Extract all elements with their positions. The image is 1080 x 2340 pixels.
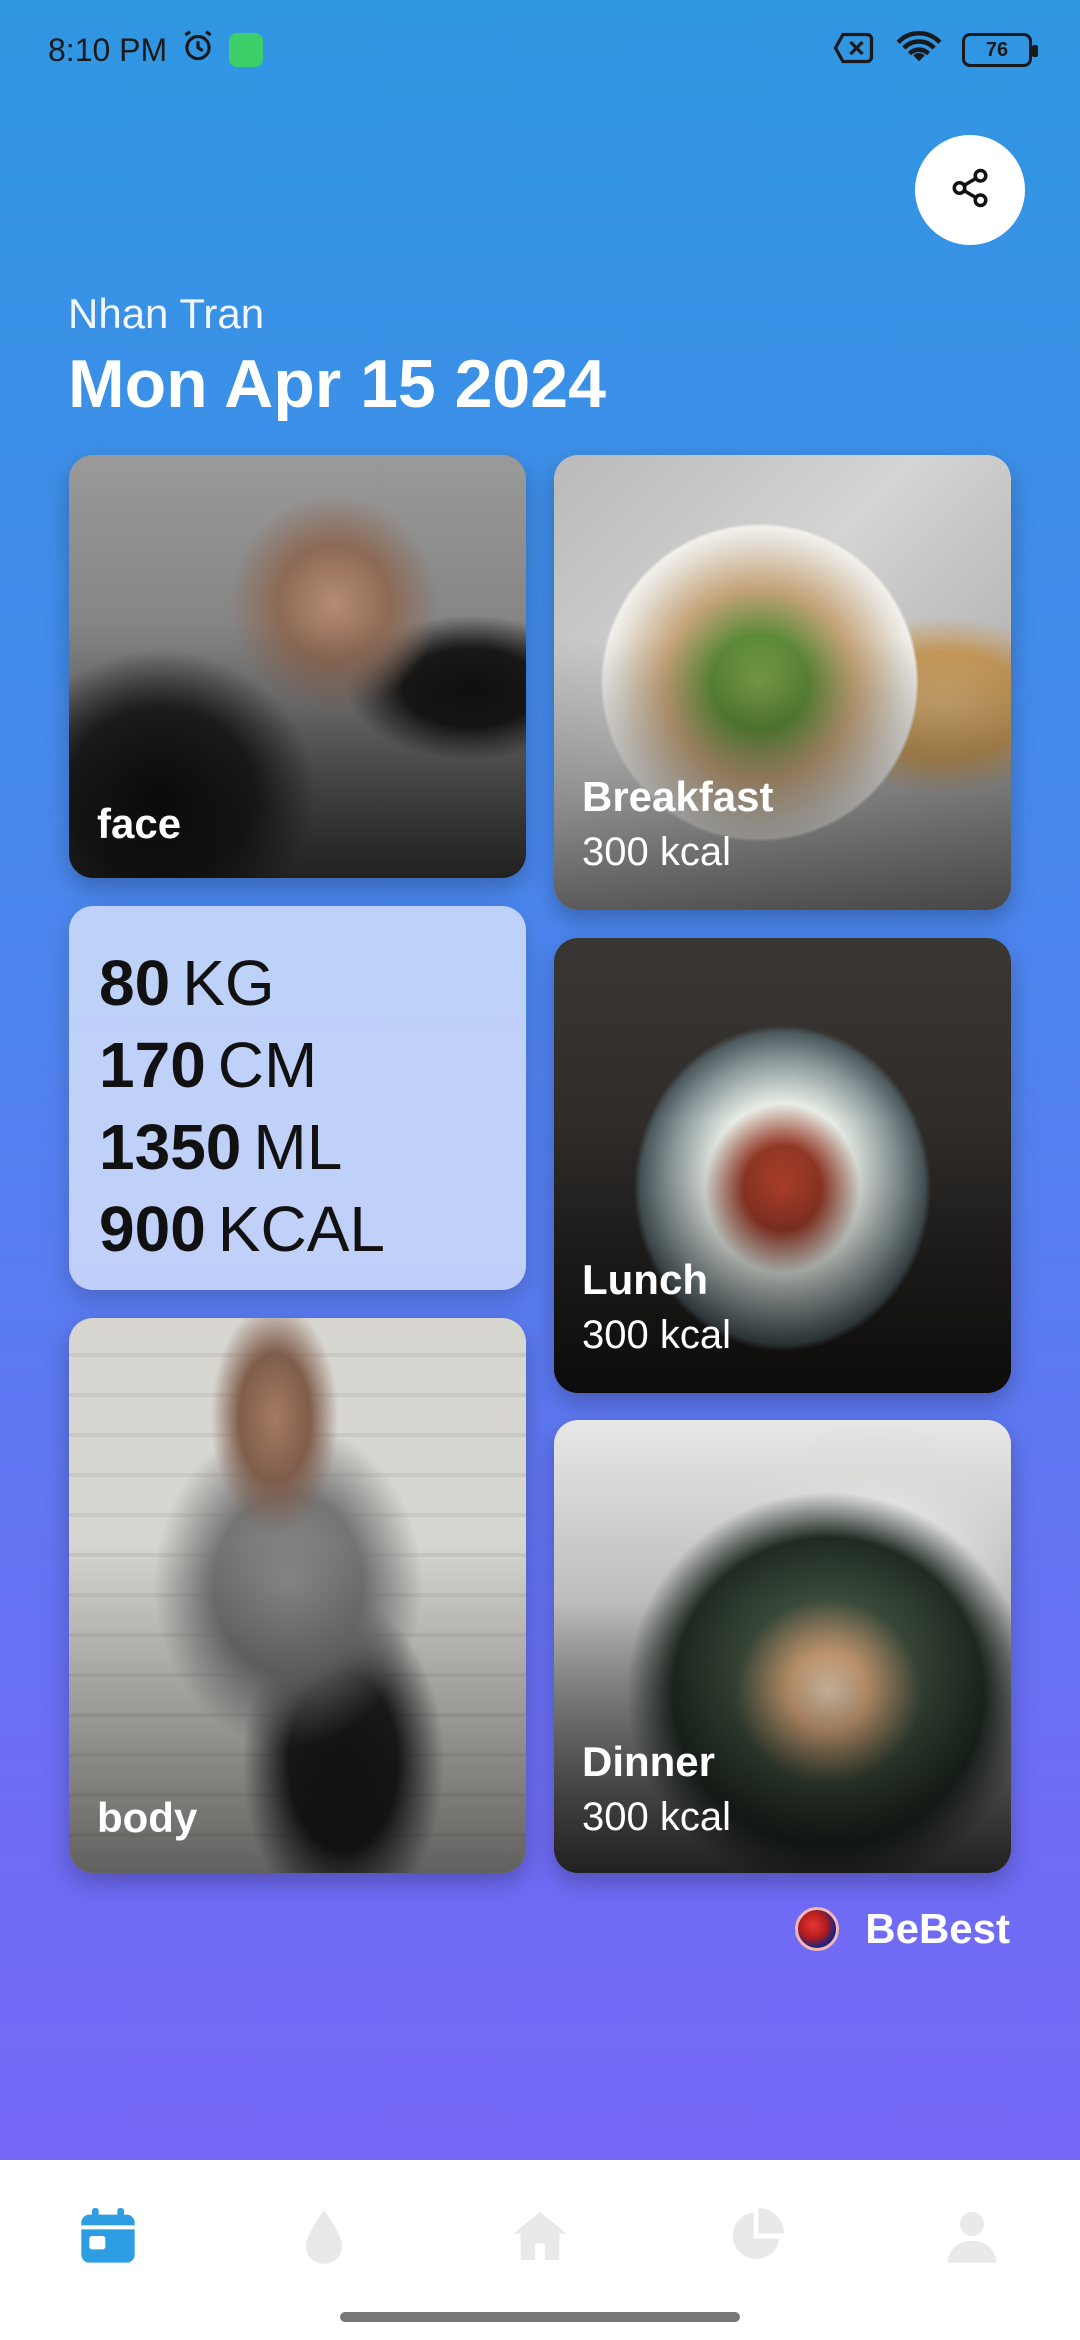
body-card[interactable]: body [69, 1318, 526, 1873]
alarm-icon [179, 27, 217, 73]
stat-unit: ML [253, 1111, 343, 1183]
page-title: Mon Apr 15 2024 [68, 346, 606, 422]
share-icon [949, 167, 991, 214]
lunch-card-calories: 300 kcal [582, 1313, 731, 1357]
brand: BeBest [795, 1905, 1010, 1953]
nav-items [0, 2198, 1080, 2278]
stat-unit: CM [217, 1029, 318, 1101]
breakfast-card[interactable]: Breakfast 300 kcal [554, 455, 1011, 910]
face-card[interactable]: face [69, 455, 526, 878]
home-indicator[interactable] [340, 2312, 740, 2322]
battery-level: 76 [985, 38, 1009, 61]
brand-logo-icon [795, 1907, 840, 1951]
stat-value: 1350 [99, 1111, 242, 1183]
stat-height: 170 CM [99, 1024, 496, 1106]
face-card-title: face [97, 800, 182, 847]
dinner-card[interactable]: Dinner 300 kcal [554, 1420, 1011, 1873]
nav-home[interactable] [500, 2198, 580, 2278]
breakfast-card-title: Breakfast [582, 773, 774, 820]
brand-name: BeBest [865, 1905, 1010, 1952]
dinner-card-title: Dinner [582, 1738, 716, 1785]
stat-calories: 900 KCAL [99, 1188, 496, 1270]
profile-icon [943, 2206, 1001, 2271]
battery-icon: 76 [962, 33, 1038, 67]
wifi-icon [896, 30, 942, 70]
stat-value: 170 [99, 1029, 206, 1101]
stat-water: 1350 ML [99, 1106, 496, 1188]
status-bar: 8:10 PM 76 [0, 0, 1080, 100]
status-time: 8:10 PM [48, 31, 168, 68]
stat-unit: KG [182, 947, 275, 1019]
home-icon [510, 2207, 570, 2270]
nav-stats[interactable] [716, 2198, 796, 2278]
water-drop-icon [300, 2206, 348, 2271]
nav-calendar[interactable] [68, 2198, 148, 2278]
app-badge-icon [229, 33, 264, 67]
user-name: Nhan Tran [68, 290, 265, 337]
stat-unit: KCAL [217, 1193, 385, 1265]
lunch-card[interactable]: Lunch 300 kcal [554, 938, 1011, 1393]
status-left: 8:10 PM [48, 27, 264, 73]
calendar-icon [76, 2204, 140, 2273]
stats-card: 80 KG 170 CM 1350 ML 900 KCAL [69, 906, 526, 1290]
stat-value: 80 [99, 947, 171, 1019]
nav-profile[interactable] [932, 2198, 1012, 2278]
breakfast-card-calories: 300 kcal [582, 830, 731, 874]
body-card-title: body [97, 1794, 198, 1841]
dinner-card-calories: 300 kcal [582, 1795, 731, 1839]
share-button[interactable] [915, 135, 1025, 245]
lunch-card-title: Lunch [582, 1256, 708, 1303]
no-sim-icon [833, 31, 876, 70]
pie-chart-icon [728, 2207, 784, 2269]
stat-weight: 80 KG [99, 942, 496, 1024]
nav-water[interactable] [284, 2198, 364, 2278]
stat-value: 900 [99, 1193, 206, 1265]
status-right: 76 [833, 30, 1038, 70]
